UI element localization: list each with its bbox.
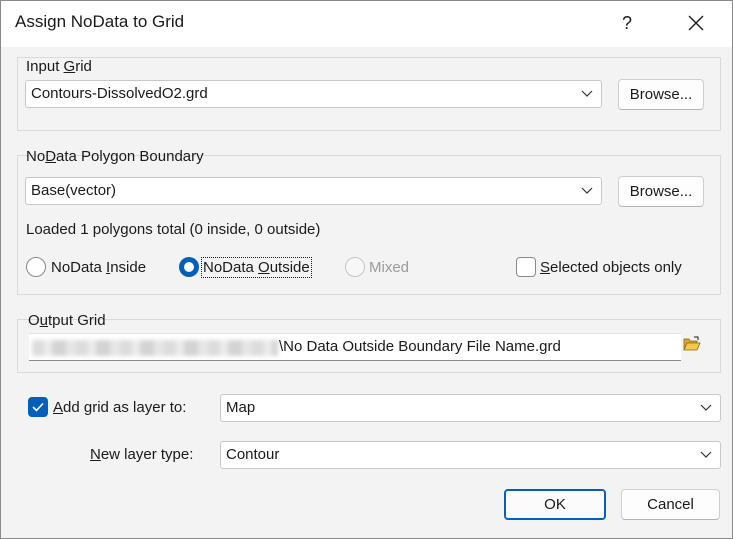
boundary-value: Base(vector) [31, 182, 117, 199]
add-grid-layer-checkbox[interactable] [28, 397, 48, 417]
ok-label: OK [544, 496, 566, 513]
nodata-inside-radio[interactable] [26, 257, 46, 277]
open-folder-icon [683, 336, 701, 351]
output-browse-button[interactable] [683, 336, 703, 356]
boundary-label: NoData Polygon Boundary [26, 148, 204, 165]
input-grid-select[interactable]: Contours-DissolvedO2.grd [25, 80, 602, 108]
add-layer-target-value: Map [226, 399, 256, 416]
new-layer-type-value: Contour [226, 446, 280, 463]
output-grid-path-text: \No Data Outside Boundary File Name.grd [279, 338, 561, 355]
output-grid-path-input[interactable]: \No Data Outside Boundary File Name.grd [29, 333, 681, 361]
redacted-path [32, 340, 278, 356]
close-icon [688, 15, 704, 31]
help-icon: ? [621, 12, 632, 33]
cancel-label: Cancel [647, 496, 694, 513]
selected-objects-only-checkbox[interactable] [516, 257, 536, 277]
ok-button[interactable]: OK [504, 489, 606, 520]
input-grid-value: Contours-DissolvedO2.grd [31, 85, 208, 102]
nodata-outside-radio[interactable] [179, 257, 199, 277]
chevron-down-icon [700, 451, 712, 458]
window-title: Assign NoData to Grid [15, 12, 185, 31]
add-layer-target-select[interactable]: Map [220, 394, 721, 422]
assign-nodata-dialog: Assign NoData to Grid ? Input Grid Conto… [0, 0, 733, 539]
cancel-button[interactable]: Cancel [621, 489, 720, 520]
chevron-down-icon [581, 90, 593, 97]
chevron-down-icon [581, 187, 593, 194]
polygon-status-text: Loaded 1 polygons total (0 inside, 0 out… [26, 221, 321, 238]
nodata-inside-label[interactable]: NoData Inside [51, 259, 146, 276]
boundary-browse-label: Browse... [629, 183, 693, 200]
input-grid-label: Input Grid [26, 58, 92, 75]
nodata-outside-label[interactable]: NoData Outside [201, 257, 312, 278]
title-bar[interactable]: Assign NoData to Grid ? [1, 1, 732, 47]
chevron-down-icon [700, 404, 712, 411]
mixed-radio[interactable] [345, 257, 365, 277]
help-button[interactable]: ? [605, 3, 649, 43]
boundary-select[interactable]: Base(vector) [25, 177, 602, 205]
mixed-label: Mixed [369, 259, 410, 276]
input-grid-browse-button[interactable]: Browse... [618, 79, 704, 110]
close-button[interactable] [673, 3, 719, 43]
add-grid-layer-label[interactable]: Add grid as layer to: [53, 399, 186, 416]
new-layer-type-label: New layer type: [90, 446, 194, 463]
boundary-browse-button[interactable]: Browse... [618, 176, 704, 207]
new-layer-type-select[interactable]: Contour [220, 441, 721, 469]
checkmark-icon [32, 402, 44, 412]
selected-objects-only-label[interactable]: Selected objects only [540, 259, 682, 276]
output-grid-label: Output Grid [28, 312, 106, 329]
input-grid-browse-label: Browse... [629, 86, 693, 103]
